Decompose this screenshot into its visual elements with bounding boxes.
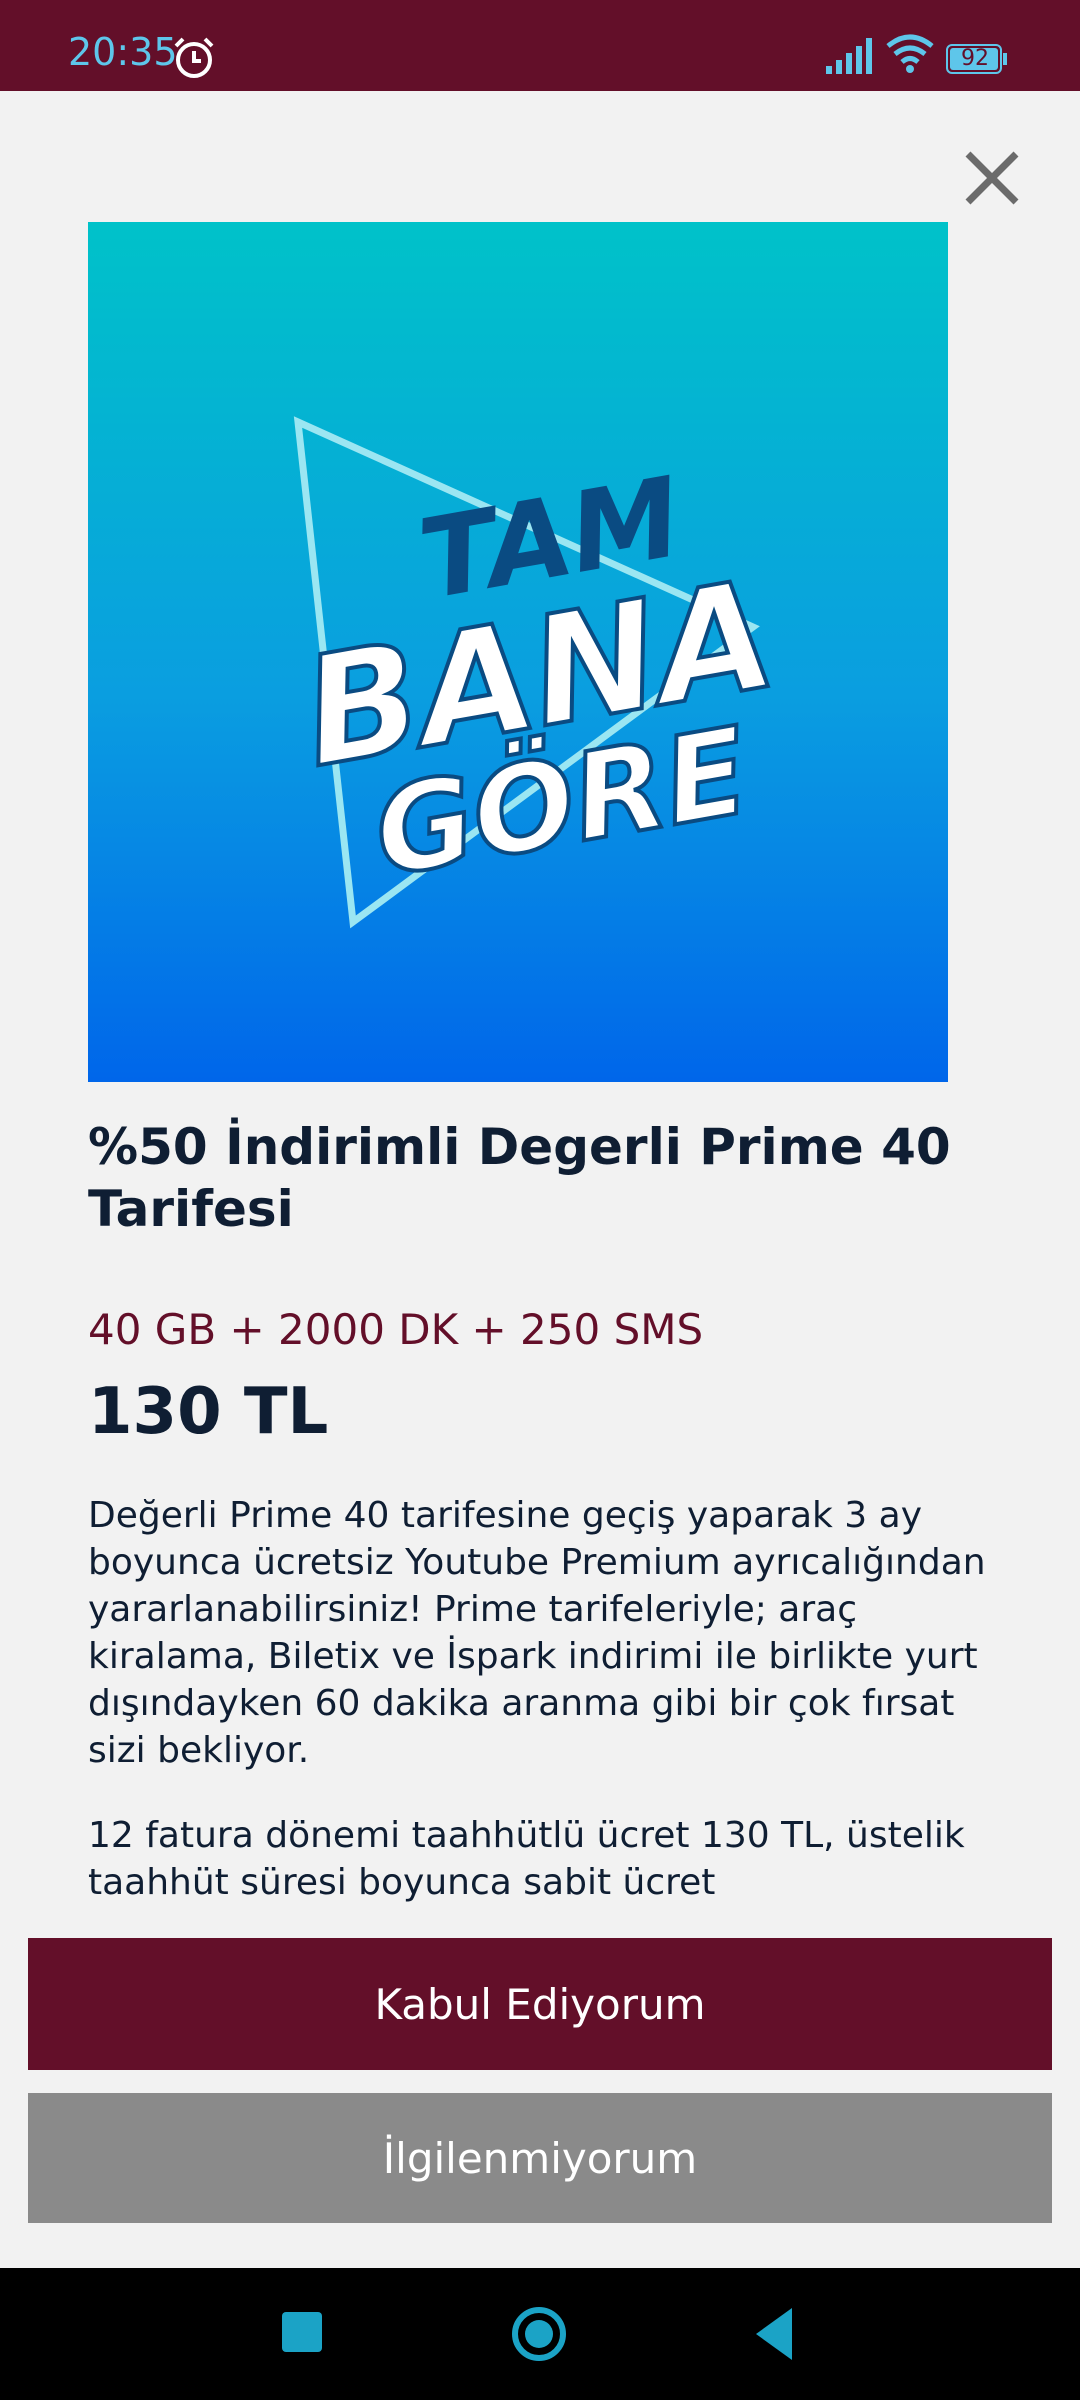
close-icon[interactable] (960, 146, 1024, 210)
alarm-icon (174, 37, 214, 78)
decline-button[interactable]: İlgilenmiyorum (28, 2093, 1052, 2223)
status-time: 20:35 (68, 30, 178, 74)
signal-icon (826, 38, 872, 74)
promo-banner-art: TAM BANA GÖRE (289, 416, 788, 929)
home-icon[interactable] (511, 2306, 567, 2362)
promo-banner: TAM BANA GÖRE (88, 222, 948, 1082)
battery-level: 92 (961, 46, 989, 71)
offer-description: Değerli Prime 40 tarifesine geçiş yapara… (88, 1495, 986, 1771)
offer-title: %50 İndirimli Degerli Prime 40 Tarifesi (88, 1118, 951, 1238)
accept-button[interactable]: Kabul Ediyorum (28, 1938, 1052, 2070)
recents-icon[interactable] (282, 2312, 322, 2352)
wifi-icon (886, 34, 934, 73)
back-icon[interactable] (754, 2306, 794, 2362)
offer-commitment-note: 12 fatura dönemi taahhütlü ücret 130 TL,… (88, 1815, 965, 1903)
offer-specs: 40 GB + 2000 DK + 250 SMS (88, 1305, 704, 1354)
offer-price: 130 TL (88, 1375, 329, 1449)
